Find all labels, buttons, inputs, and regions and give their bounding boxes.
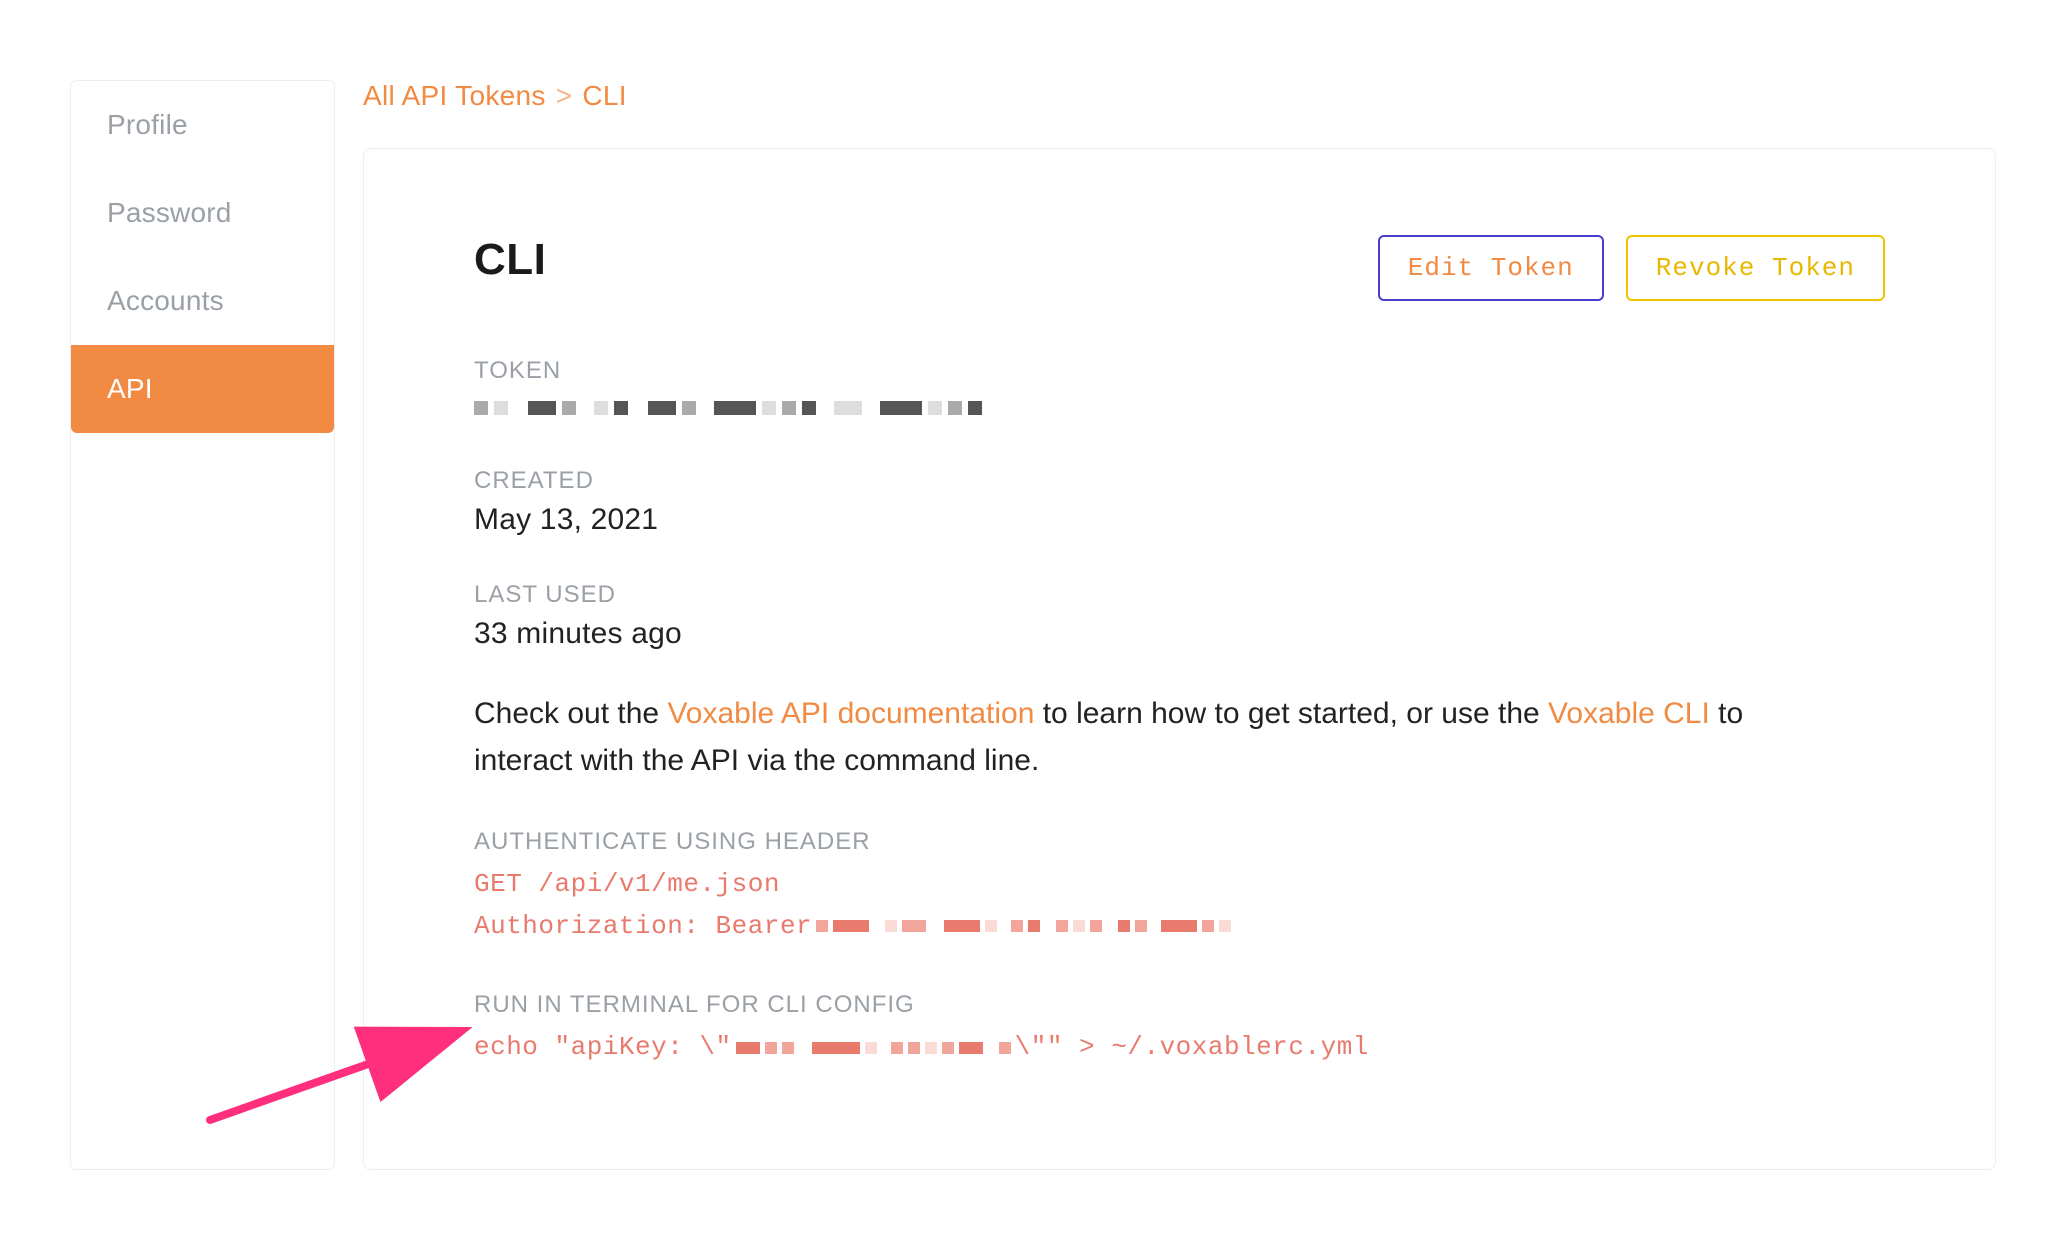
desc-text: to learn how to get started, or use the xyxy=(1034,697,1548,730)
token-card: CLI Edit Token Revoke Token TOKEN xyxy=(363,148,1996,1170)
settings-sidebar: Profile Password Accounts API xyxy=(70,80,335,1170)
breadcrumb: All API Tokens > CLI xyxy=(363,80,1996,112)
revoke-token-button[interactable]: Revoke Token xyxy=(1626,235,1885,301)
created-value: May 13, 2021 xyxy=(474,503,1885,537)
cli-code-suffix: \"" > ~/.voxablerc.yml xyxy=(1015,1027,1369,1069)
auth-code-line-2: Authorization: Bearer xyxy=(474,906,1885,948)
token-label: TOKEN xyxy=(474,357,1885,385)
last-used-value: 33 minutes ago xyxy=(474,617,1885,651)
page-title: CLI xyxy=(474,235,546,285)
sidebar-item-password[interactable]: Password xyxy=(71,169,334,257)
desc-text: Check out the xyxy=(474,697,667,730)
breadcrumb-parent[interactable]: All API Tokens xyxy=(363,80,546,112)
breadcrumb-separator-icon: > xyxy=(556,80,573,112)
description-paragraph: Check out the Voxable API documentation … xyxy=(474,691,1814,784)
cli-config-label: RUN IN TERMINAL FOR CLI CONFIG xyxy=(474,991,1885,1019)
page-wrap: Profile Password Accounts API All API To… xyxy=(0,0,2066,1250)
cli-code-prefix: echo "apiKey: \" xyxy=(474,1027,732,1069)
main-column: All API Tokens > CLI CLI Edit Token Revo… xyxy=(363,80,1996,1170)
breadcrumb-current: CLI xyxy=(582,80,626,112)
edit-token-button[interactable]: Edit Token xyxy=(1378,235,1604,301)
auth-header-label: AUTHENTICATE USING HEADER xyxy=(474,828,1885,856)
cli-config-code: echo "apiKey: \" \"" > ~/.voxablerc.yml xyxy=(474,1027,1885,1069)
auth-code-line-1: GET /api/v1/me.json xyxy=(474,864,1885,906)
sidebar-item-api[interactable]: API xyxy=(71,345,334,433)
card-actions: Edit Token Revoke Token xyxy=(1378,235,1885,301)
voxable-cli-link[interactable]: Voxable CLI xyxy=(1548,697,1710,730)
token-value-redacted xyxy=(474,393,1885,423)
api-documentation-link[interactable]: Voxable API documentation xyxy=(667,697,1034,730)
last-used-label: LAST USED xyxy=(474,581,1885,609)
created-label: CREATED xyxy=(474,467,1885,495)
card-header: CLI Edit Token Revoke Token xyxy=(474,235,1885,301)
sidebar-item-accounts[interactable]: Accounts xyxy=(71,257,334,345)
auth-bearer-prefix: Authorization: Bearer xyxy=(474,906,812,948)
auth-token-redacted xyxy=(816,917,1231,935)
sidebar-item-profile[interactable]: Profile xyxy=(71,81,334,169)
cli-token-redacted xyxy=(736,1039,1011,1057)
